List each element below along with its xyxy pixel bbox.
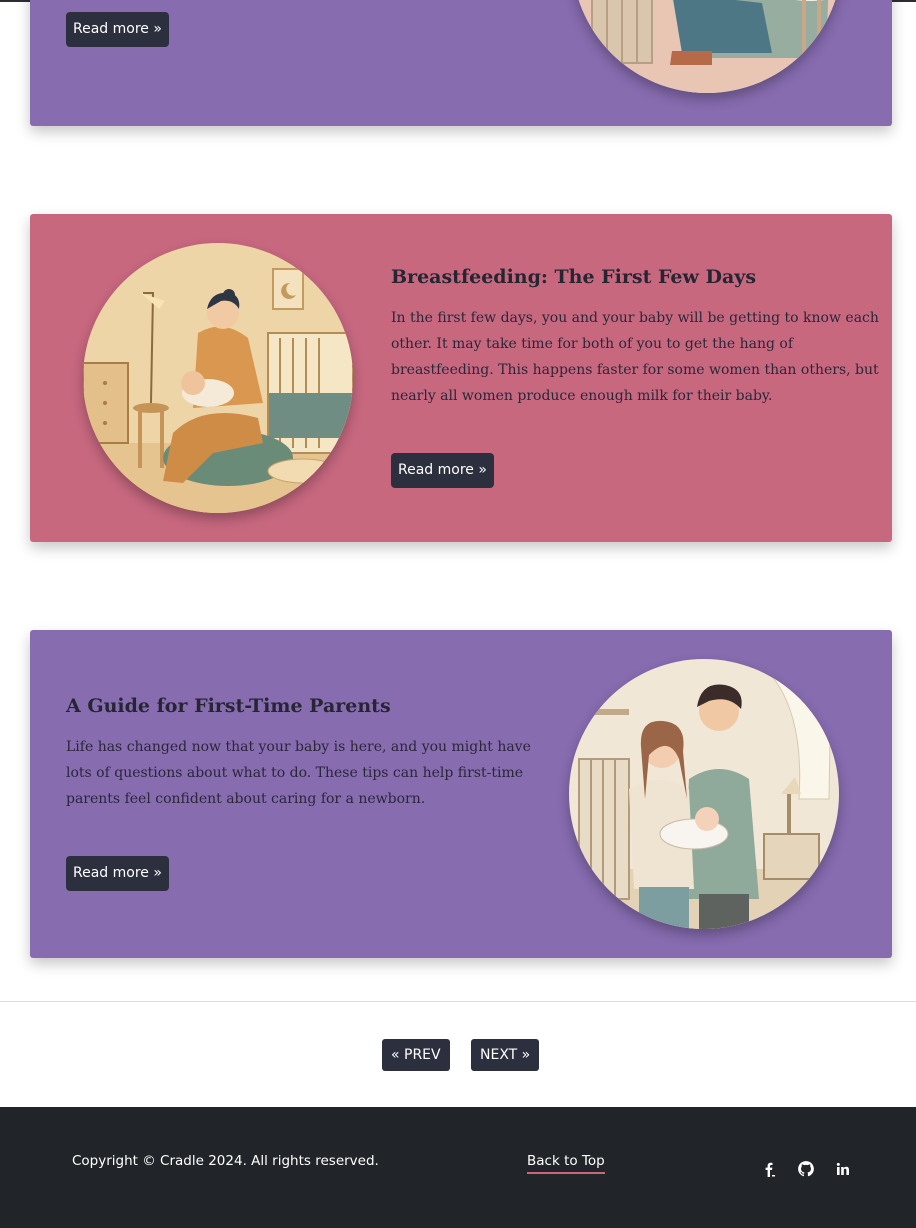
post-title: A Guide for First-Time Parents: [66, 695, 391, 717]
prev-page-button[interactable]: « PREV: [382, 1039, 450, 1071]
post-image-breastfeeding: [83, 243, 353, 513]
post-card-1: Read more »: [30, 0, 892, 126]
read-more-button[interactable]: Read more »: [391, 453, 494, 488]
linkedin-icon[interactable]: [833, 1159, 853, 1179]
read-more-button[interactable]: Read more »: [66, 12, 169, 47]
github-icon[interactable]: [796, 1159, 816, 1179]
copyright-text: Copyright © Cradle 2024. All rights rese…: [72, 1153, 379, 1169]
next-page-button[interactable]: NEXT »: [471, 1039, 540, 1071]
read-more-button[interactable]: Read more »: [66, 856, 169, 891]
post-card-3: A Guide for First-Time Parents Life has …: [30, 630, 892, 958]
back-to-top-link[interactable]: Back to Top: [527, 1153, 605, 1174]
post-image-mother-chair: [572, 0, 842, 93]
post-excerpt: Life has changed now that your baby is h…: [66, 739, 531, 807]
facebook-icon[interactable]: [759, 1159, 779, 1179]
site-footer: Copyright © Cradle 2024. All rights rese…: [0, 1107, 916, 1228]
post-title: Breastfeeding: The First Few Days: [391, 266, 757, 288]
post-card-2: Breastfeeding: The First Few Days In the…: [30, 214, 892, 542]
section-divider: [0, 1001, 916, 1002]
post-excerpt: In the first few days, you and your baby…: [391, 310, 879, 404]
post-image-new-parents: [569, 659, 839, 929]
